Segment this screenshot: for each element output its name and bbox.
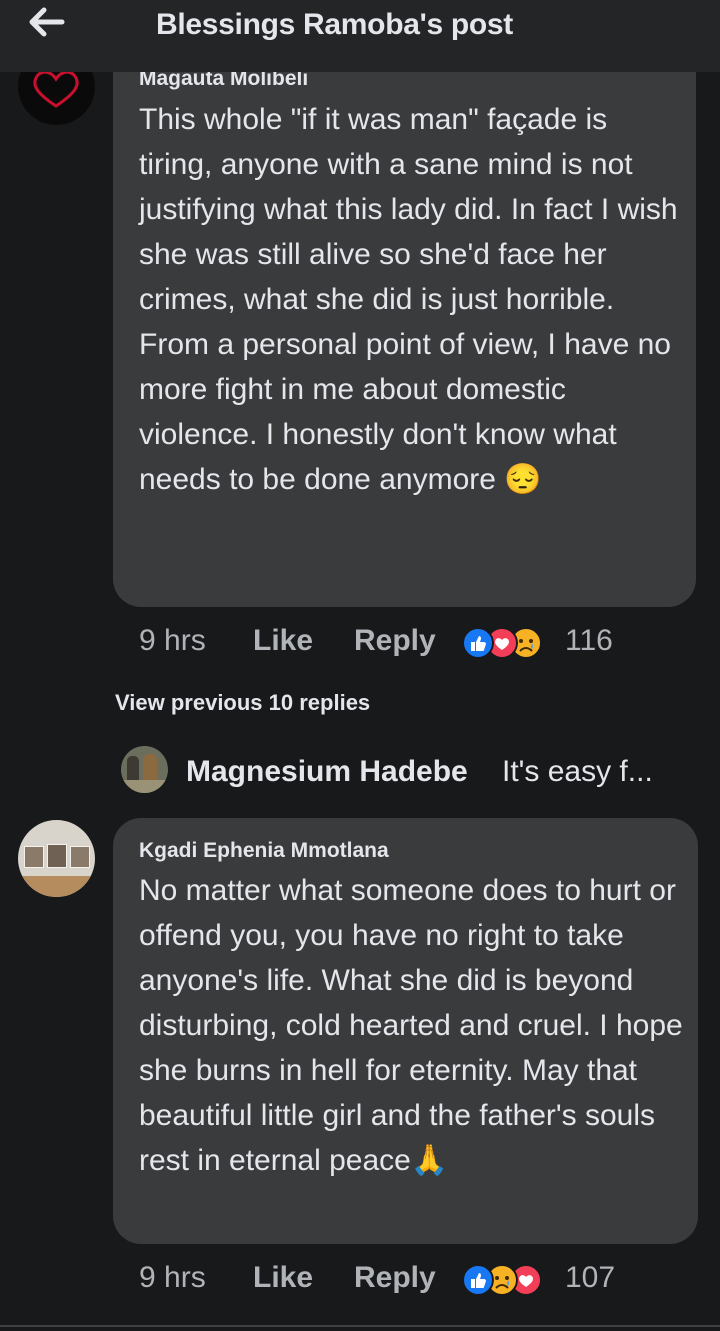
reply-author[interactable]: Magnesium Hadebe [186,755,468,789]
like-button[interactable]: Like [253,624,313,658]
avatar-photo [70,846,90,868]
comment-bubble[interactable]: Magauta Molibeli This whole "if it was m… [113,40,696,607]
divider [0,1325,720,1327]
avatar[interactable] [121,746,168,793]
avatar-photo [24,846,44,868]
avatar-photo [47,844,67,868]
back-arrow-icon[interactable] [26,6,66,38]
comment-bubble[interactable]: Kgadi Ephenia Mmotlana No matter what so… [113,818,698,1244]
like-reaction-icon [462,627,494,659]
comment-text: This whole "if it was man" façade is tir… [139,103,678,496]
like-reaction-icon [462,1264,494,1296]
avatar[interactable] [18,820,95,897]
avatar-photo [18,876,95,897]
reactions-summary[interactable] [462,627,572,663]
reply-button[interactable]: Reply [354,1261,436,1295]
reply-preview-text[interactable]: It's easy f... [502,755,653,789]
top-bar: Blessings Ramoba's post [0,0,720,72]
comment-time: 9 hrs [139,1261,206,1294]
reaction-count[interactable]: 107 [565,1261,615,1295]
comment-time: 9 hrs [139,624,206,657]
reaction-count[interactable]: 116 [565,624,613,658]
view-previous-replies-link[interactable]: View previous 10 replies [115,690,370,716]
like-button[interactable]: Like [253,1261,313,1295]
reactions-summary[interactable] [462,1264,572,1300]
page-title: Blessings Ramoba's post [156,8,513,41]
reply-button[interactable]: Reply [354,624,436,658]
comment-text: No matter what someone does to hurt or o… [139,874,683,1177]
avatar-photo [121,780,168,793]
comment-author[interactable]: Kgadi Ephenia Mmotlana [139,839,389,863]
